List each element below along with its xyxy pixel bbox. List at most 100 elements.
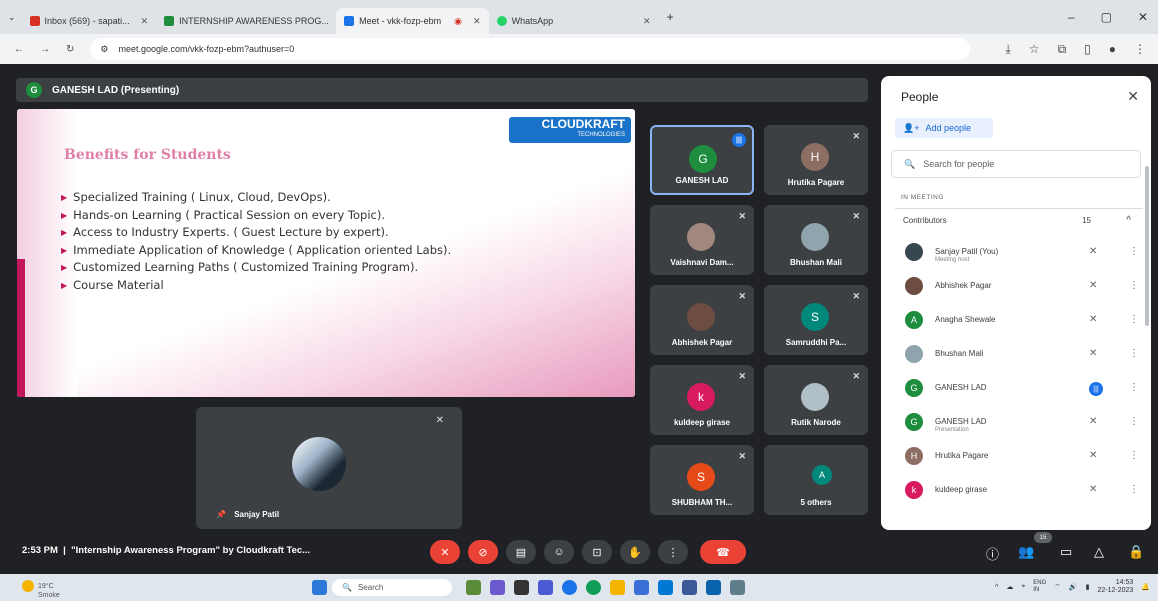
chat-icon[interactable]: ▭ <box>1060 544 1072 560</box>
close-window-icon[interactable]: ✕ <box>1138 10 1148 24</box>
self-name: 📌 Sanjay Patil <box>216 510 280 519</box>
others-tile[interactable]: A 5 others <box>764 445 868 515</box>
host-controls-icon[interactable]: 🔒 <box>1128 544 1144 560</box>
tab-list-chevron-icon[interactable]: ⌄ <box>8 12 16 23</box>
tab-gmail[interactable]: Inbox (569) - sapati... ✕ <box>22 8 157 34</box>
more-options-icon[interactable]: ⋮ <box>1129 246 1139 257</box>
more-options-icon[interactable]: ⋮ <box>1129 416 1139 427</box>
chrome-icon[interactable] <box>562 580 577 595</box>
mail-icon[interactable] <box>658 580 673 595</box>
participant-list-item[interactable]: k kuldeep girase ✕ ⋮ <box>901 476 1141 506</box>
raise-hand-button[interactable]: ✋ <box>620 540 650 564</box>
chat-app-icon[interactable] <box>538 580 553 595</box>
settings-icon[interactable] <box>730 580 745 595</box>
more-options-icon[interactable]: ⋮ <box>1129 348 1139 359</box>
present-button[interactable]: ⊡ <box>582 540 612 564</box>
file-explorer-icon[interactable] <box>610 580 625 595</box>
participant-list-item[interactable]: H Hrutika Pagare ✕ ⋮ <box>901 442 1141 472</box>
participant-tile[interactable]: ✕ Bhushan Mali <box>764 205 868 275</box>
participant-tile[interactable]: ✕ Rutik Narode <box>764 365 868 435</box>
taskbar-clock[interactable]: 14:53 22-12-2023 <box>1097 579 1133 595</box>
participant-tile[interactable]: ✕ Abhishek Pagar <box>650 285 754 355</box>
more-options-icon[interactable]: ⋮ <box>1129 382 1139 393</box>
reactions-button[interactable]: ☺ <box>544 540 574 564</box>
volume-icon[interactable]: 🔊 <box>1069 583 1078 591</box>
store-icon[interactable] <box>634 580 649 595</box>
contributors-section-toggle[interactable]: Contributors 15 ^ <box>895 208 1143 232</box>
outlook-icon[interactable] <box>706 580 721 595</box>
participant-tile[interactable]: ✕ H Hrutika Pagare <box>764 125 868 195</box>
close-panel-icon[interactable]: ✕ <box>1127 88 1139 105</box>
forward-icon[interactable]: → <box>40 44 50 55</box>
start-icon[interactable] <box>312 580 327 595</box>
close-tab-icon[interactable]: ✕ <box>643 16 651 27</box>
download-icon[interactable]: ⤓ <box>1005 42 1010 57</box>
taskbar-search[interactable]: 🔍 Search <box>332 579 452 596</box>
site-info-icon[interactable]: ⚙ <box>100 44 108 55</box>
task-view-icon[interactable] <box>514 580 529 595</box>
self-view-tile[interactable]: ✕ 📌 Sanjay Patil <box>196 407 462 529</box>
leave-call-button[interactable]: ☎ <box>700 540 746 564</box>
bookmark-star-icon[interactable]: ☆ <box>1029 42 1040 57</box>
more-options-icon[interactable]: ⋮ <box>1129 314 1139 325</box>
minimize-icon[interactable]: – <box>1068 10 1075 24</box>
close-tab-icon[interactable]: ✕ <box>473 16 481 27</box>
wifi-icon[interactable]: ⌔ <box>1054 583 1061 592</box>
battery-icon[interactable]: ▮ <box>1086 583 1090 591</box>
lang-code: ENG <box>1033 580 1047 586</box>
app-icon[interactable] <box>490 580 505 595</box>
url-field[interactable]: ⚙ meet.google.com/vkk-fozp-ebm?authuser=… <box>90 38 971 60</box>
add-people-button[interactable]: 👤+ Add people <box>895 118 993 138</box>
participant-list-item[interactable]: Abhishek Pagar ✕ ⋮ <box>901 272 1141 302</box>
more-vert-icon: ⋮ <box>667 546 679 559</box>
cloud-icon[interactable]: ☁ <box>1006 583 1013 591</box>
edge-icon[interactable] <box>586 580 601 595</box>
browser-menu-icon[interactable]: ⋮ <box>1134 42 1146 57</box>
participant-tile[interactable]: ✕ Vaishnavi Dam... <box>650 205 754 275</box>
more-options-icon[interactable]: ⋮ <box>1129 450 1139 461</box>
participant-list-item[interactable]: G GANESH LAD Presentation ✕ ⋮ <box>901 408 1141 438</box>
search-people-input[interactable]: 🔍 Search for people <box>891 150 1141 178</box>
more-options-icon[interactable]: ⋮ <box>1129 484 1139 495</box>
captions-button[interactable]: ▤ <box>506 540 536 564</box>
language-indicator[interactable]: ENG IN <box>1033 580 1046 594</box>
tab-whatsapp[interactable]: WhatsApp ✕ <box>489 8 659 34</box>
slide-bullet: Course Material <box>61 277 451 295</box>
maximize-icon[interactable]: ▢ <box>1101 10 1112 24</box>
participant-tile[interactable]: ||| G GANESH LAD <box>650 125 754 195</box>
meeting-details-icon[interactable]: ⓘ <box>986 544 999 563</box>
avatar <box>905 243 923 261</box>
panel-scrollbar[interactable] <box>1145 166 1149 326</box>
participant-tile[interactable]: ✕ S Samruddhi Pa... <box>764 285 868 355</box>
reload-icon[interactable]: ↻ <box>66 44 74 55</box>
tab-meet[interactable]: Meet - vkk-fozp-ebm ◉ ✕ <box>336 8 489 34</box>
weather-widget[interactable]: 19°C Smoke <box>22 580 60 599</box>
chevron-up-icon[interactable]: ^ <box>995 584 998 591</box>
participant-list-item[interactable]: A Anagha Shewale ✕ ⋮ <box>901 306 1141 336</box>
participant-list-item[interactable]: Sanjay Patil (You) Meeting host ✕ ⋮ <box>901 238 1141 268</box>
mic-toggle-button[interactable]: ✕ <box>430 540 460 564</box>
location-icon[interactable]: ⌖ <box>1021 583 1025 591</box>
extensions-icon[interactable]: ⧉ <box>1058 42 1067 57</box>
profile-avatar[interactable]: ● <box>1109 42 1116 57</box>
participant-tile[interactable]: ✕ S SHUBHAM TH... <box>650 445 754 515</box>
sidebar-icon[interactable]: ▯ <box>1084 42 1091 57</box>
widgets-icon[interactable] <box>466 580 481 595</box>
notification-icon[interactable]: 🔔 <box>1141 583 1150 591</box>
camera-toggle-button[interactable]: ⊘ <box>468 540 498 564</box>
back-icon[interactable]: ← <box>14 44 24 55</box>
participant-tile[interactable]: ✕ k kuldeep girase <box>650 365 754 435</box>
taskbar-search-label: Search <box>357 583 384 592</box>
close-tab-icon[interactable]: ✕ <box>141 16 149 27</box>
photos-icon[interactable] <box>682 580 697 595</box>
tab-internship[interactable]: INTERNSHIP AWARENESS PROG...✕ <box>156 8 336 34</box>
slide-bullets: Specialized Training ( Linux, Cloud, Dev… <box>61 189 451 294</box>
more-options-button[interactable]: ⋮ <box>658 540 688 564</box>
whatsapp-icon <box>496 16 507 26</box>
people-icon[interactable]: 👥 <box>1018 544 1034 560</box>
activities-icon[interactable]: △ <box>1094 544 1104 560</box>
new-tab-button[interactable]: + <box>667 10 674 24</box>
more-options-icon[interactable]: ⋮ <box>1129 280 1139 291</box>
participant-list-item[interactable]: G GANESH LAD ||| ⋮ <box>901 374 1141 404</box>
participant-list-item[interactable]: Bhushan Mali ✕ ⋮ <box>901 340 1141 370</box>
